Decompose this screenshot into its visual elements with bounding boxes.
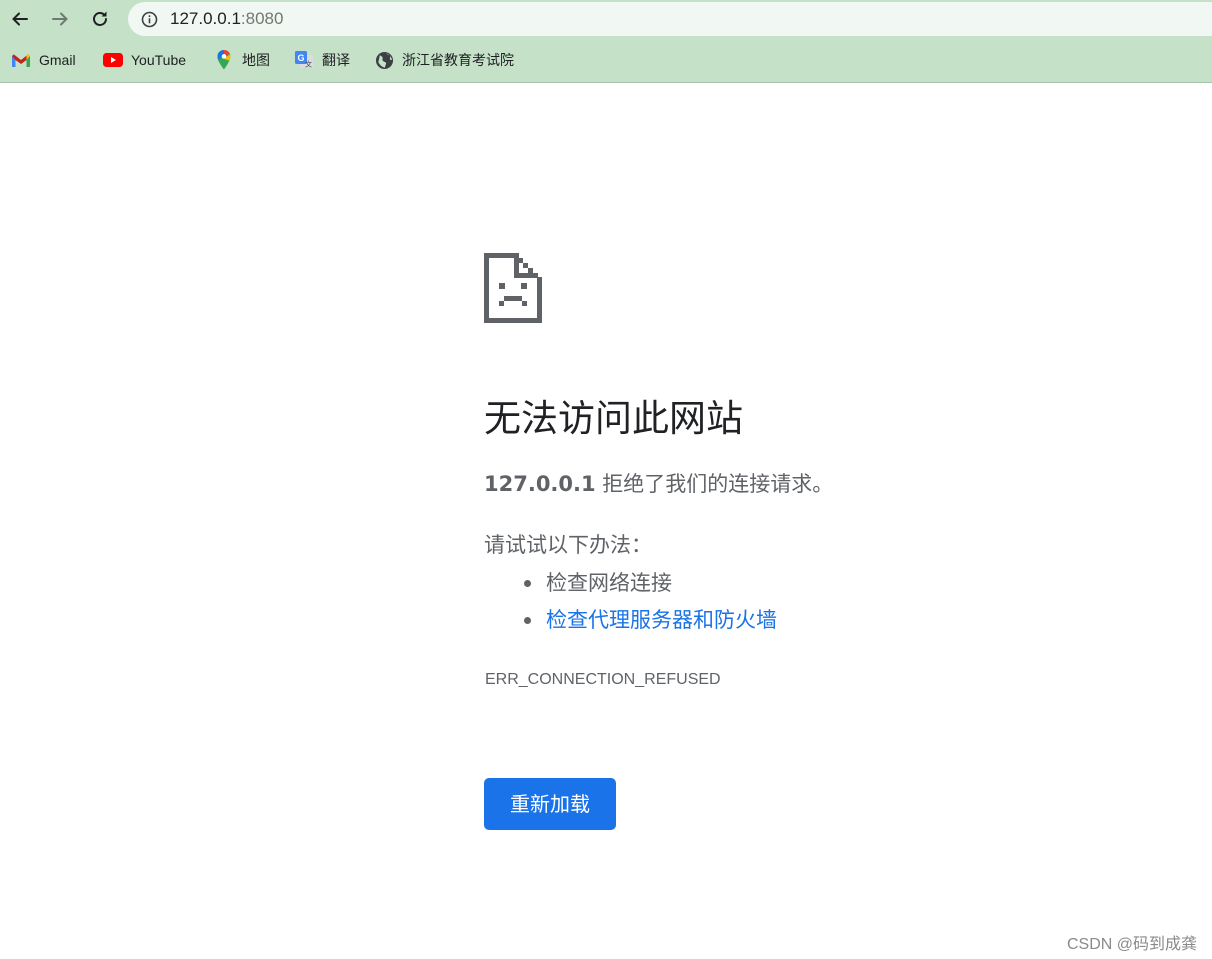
watermark: CSDN @码到成龚 bbox=[1066, 936, 1197, 953]
bookmark-translate[interactable]: G 文 翻译 bbox=[294, 50, 350, 70]
suggestions-list: 检查网络连接 检查代理服务器和防火墙 bbox=[484, 568, 777, 642]
address-bar[interactable]: 127.0.0.1:8080 bbox=[128, 2, 1212, 36]
bookmark-label: 浙江省教育考试院 bbox=[402, 52, 514, 68]
reload-icon bbox=[93, 11, 107, 26]
reload-button[interactable]: 重新加载 bbox=[484, 778, 616, 830]
error-title: 无法访问此网站 bbox=[484, 397, 743, 440]
gmail-icon bbox=[11, 51, 31, 69]
bookmark-label: 翻译 bbox=[322, 52, 350, 68]
bookmark-maps[interactable]: 地图 bbox=[214, 50, 270, 70]
info-icon[interactable] bbox=[141, 11, 158, 28]
url-text[interactable]: 127.0.0.1:8080 bbox=[170, 9, 283, 29]
bullet-icon bbox=[524, 580, 531, 587]
maps-icon bbox=[214, 50, 234, 70]
error-code: ERR_CONNECTION_REFUSED bbox=[485, 671, 721, 688]
suggestion-check-network: 检查网络连接 bbox=[484, 568, 777, 605]
error-message-text: 拒绝了我们的连接请求。 bbox=[595, 472, 834, 496]
arrow-right-icon bbox=[52, 12, 68, 26]
bullet-icon bbox=[524, 617, 531, 624]
translate-icon: G 文 bbox=[294, 51, 314, 69]
suggestion-text: 检查网络连接 bbox=[546, 571, 672, 595]
arrow-left-icon bbox=[12, 12, 28, 26]
bookmark-label: 地图 bbox=[242, 52, 270, 68]
youtube-icon bbox=[103, 51, 123, 69]
bookmark-youtube[interactable]: YouTube bbox=[103, 50, 186, 70]
error-message: 127.0.0.1 拒绝了我们的连接请求。 bbox=[484, 470, 833, 498]
bookmark-gmail[interactable]: Gmail bbox=[11, 50, 76, 70]
sad-page-icon bbox=[484, 253, 542, 323]
globe-icon bbox=[374, 51, 394, 69]
svg-text:文: 文 bbox=[305, 60, 312, 69]
back-button[interactable] bbox=[7, 6, 33, 32]
bookmark-label: Gmail bbox=[39, 52, 76, 68]
bookmark-label: YouTube bbox=[131, 52, 187, 68]
browser-toolbar: 127.0.0.1:8080 bbox=[0, 0, 1212, 38]
suggestion-check-proxy: 检查代理服务器和防火墙 bbox=[484, 605, 777, 642]
bookmark-zjks[interactable]: 浙江省教育考试院 bbox=[374, 50, 514, 70]
suggestions-heading: 请试试以下办法： bbox=[484, 533, 652, 557]
suggestion-proxy-link[interactable]: 检查代理服务器和防火墙 bbox=[546, 608, 777, 632]
error-host: 127.0.0.1 bbox=[484, 472, 596, 496]
svg-text:G: G bbox=[297, 53, 304, 63]
url-host: 127.0.0.1 bbox=[170, 9, 241, 28]
reload-page-button[interactable] bbox=[87, 6, 113, 32]
url-port: :8080 bbox=[240, 9, 284, 28]
forward-button[interactable] bbox=[47, 6, 73, 32]
bookmarks-bar: Gmail YouTube 地图 G 文 翻译 浙江省教育考试院 bbox=[0, 38, 1212, 83]
